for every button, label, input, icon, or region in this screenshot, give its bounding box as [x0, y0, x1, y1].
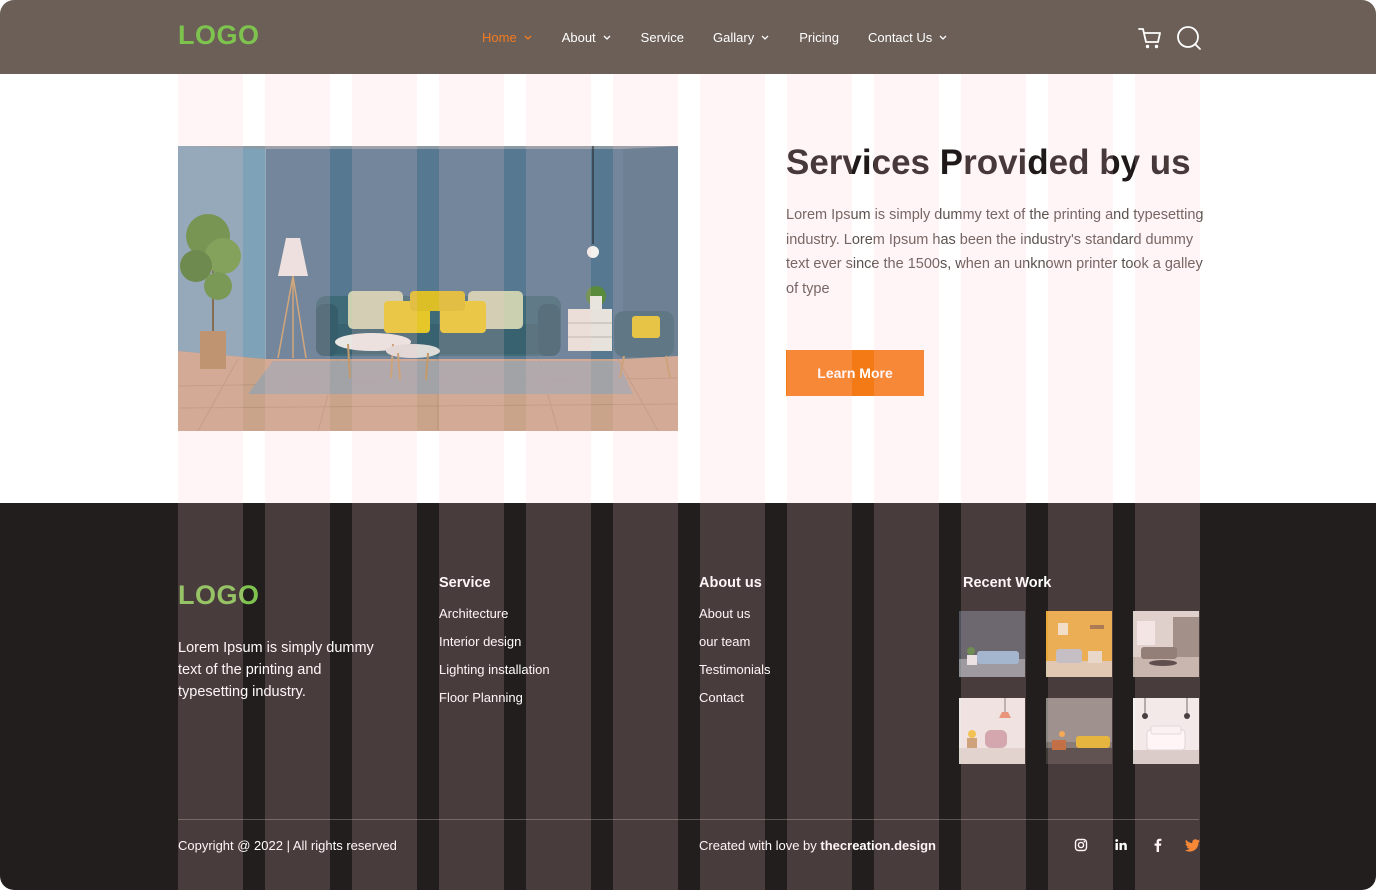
footer-link-about-us[interactable]: About us	[699, 606, 771, 621]
nav-item-home[interactable]: Home	[482, 30, 533, 45]
chevron-down-icon	[603, 35, 611, 40]
footer-recent-work-column: Recent Work	[963, 575, 1051, 606]
page-frame: LOGO Home About Service Gallary Pricing …	[0, 0, 1376, 890]
credit-brand-link[interactable]: thecreation.design	[820, 838, 936, 853]
footer-link-lighting-installation[interactable]: Lighting installation	[439, 662, 550, 677]
footer-link-our-team[interactable]: our team	[699, 634, 771, 649]
footer-link-architecture[interactable]: Architecture	[439, 606, 550, 621]
footer-column-heading: About us	[699, 575, 762, 591]
facebook-icon[interactable]	[1150, 837, 1166, 853]
nav-item-label: About	[561, 29, 596, 45]
twitter-icon[interactable]	[1185, 837, 1201, 853]
nav-item-pricing[interactable]: Pricing	[799, 30, 839, 45]
recent-work-thumbnail[interactable]	[959, 698, 1025, 764]
chevron-down-icon	[939, 35, 947, 40]
nav-item-gallary[interactable]: Gallary	[713, 30, 770, 45]
copyright-text: Copyright @ 2022 | All rights reserved	[178, 838, 397, 853]
linkedin-icon[interactable]	[1113, 837, 1129, 853]
credit-prefix: Created with love by	[699, 838, 821, 853]
section-title: Services Provided by us	[786, 143, 1191, 182]
nav-item-contact-us[interactable]: Contact Us	[868, 30, 948, 45]
credit-text: Created with love by thecreation.design	[699, 838, 936, 853]
footer-service-column: Service Architecture Interior design Lig…	[439, 575, 550, 718]
nav-item-label: Gallary	[713, 29, 755, 45]
living-room-image	[178, 146, 678, 431]
nav-item-label: Pricing	[799, 29, 839, 45]
recent-work-thumbnail[interactable]	[1133, 611, 1199, 677]
footer-logo[interactable]: LOGO	[178, 580, 260, 611]
recent-work-gallery	[959, 611, 1199, 764]
footer-link-testimonials[interactable]: Testimonials	[699, 662, 771, 677]
recent-work-thumbnail[interactable]	[959, 611, 1025, 677]
top-navbar: LOGO Home About Service Gallary Pricing …	[0, 0, 1376, 74]
footer-link-floor-planning[interactable]: Floor Planning	[439, 690, 550, 705]
instagram-icon[interactable]	[1073, 837, 1089, 853]
footer-about-column: About us About us our team Testimonials …	[699, 575, 771, 718]
nav-item-label: Contact Us	[867, 29, 933, 45]
footer-link-contact[interactable]: Contact	[699, 690, 771, 705]
search-icon[interactable]	[1176, 25, 1202, 51]
learn-more-button[interactable]: Learn More	[786, 350, 924, 396]
footer-description: Lorem Ipsum is simply dummy text of the …	[178, 640, 374, 700]
footer: LOGO Lorem Ipsum is simply dummy text of…	[0, 503, 1376, 890]
footer-column-heading: Service	[439, 575, 491, 591]
recent-work-thumbnail[interactable]	[1046, 611, 1112, 677]
chevron-down-icon	[524, 35, 532, 40]
section-description: Lorem Ipsum is simply dummy text of the …	[786, 207, 1204, 297]
cart-icon[interactable]	[1137, 25, 1163, 51]
footer-divider	[178, 819, 1199, 820]
nav-item-about[interactable]: About	[562, 30, 612, 45]
nav-item-label: Home	[482, 29, 517, 45]
main-nav: Home About Service Gallary Pricing Conta…	[482, 0, 977, 74]
chevron-down-icon	[761, 35, 769, 40]
footer-column-heading: Recent Work	[963, 575, 1052, 591]
recent-work-thumbnail[interactable]	[1046, 698, 1112, 764]
header-logo[interactable]: LOGO	[178, 20, 260, 51]
nav-item-label: Service	[640, 29, 685, 45]
recent-work-thumbnail[interactable]	[1133, 698, 1199, 764]
footer-link-interior-design[interactable]: Interior design	[439, 634, 550, 649]
nav-item-service[interactable]: Service	[641, 30, 684, 45]
